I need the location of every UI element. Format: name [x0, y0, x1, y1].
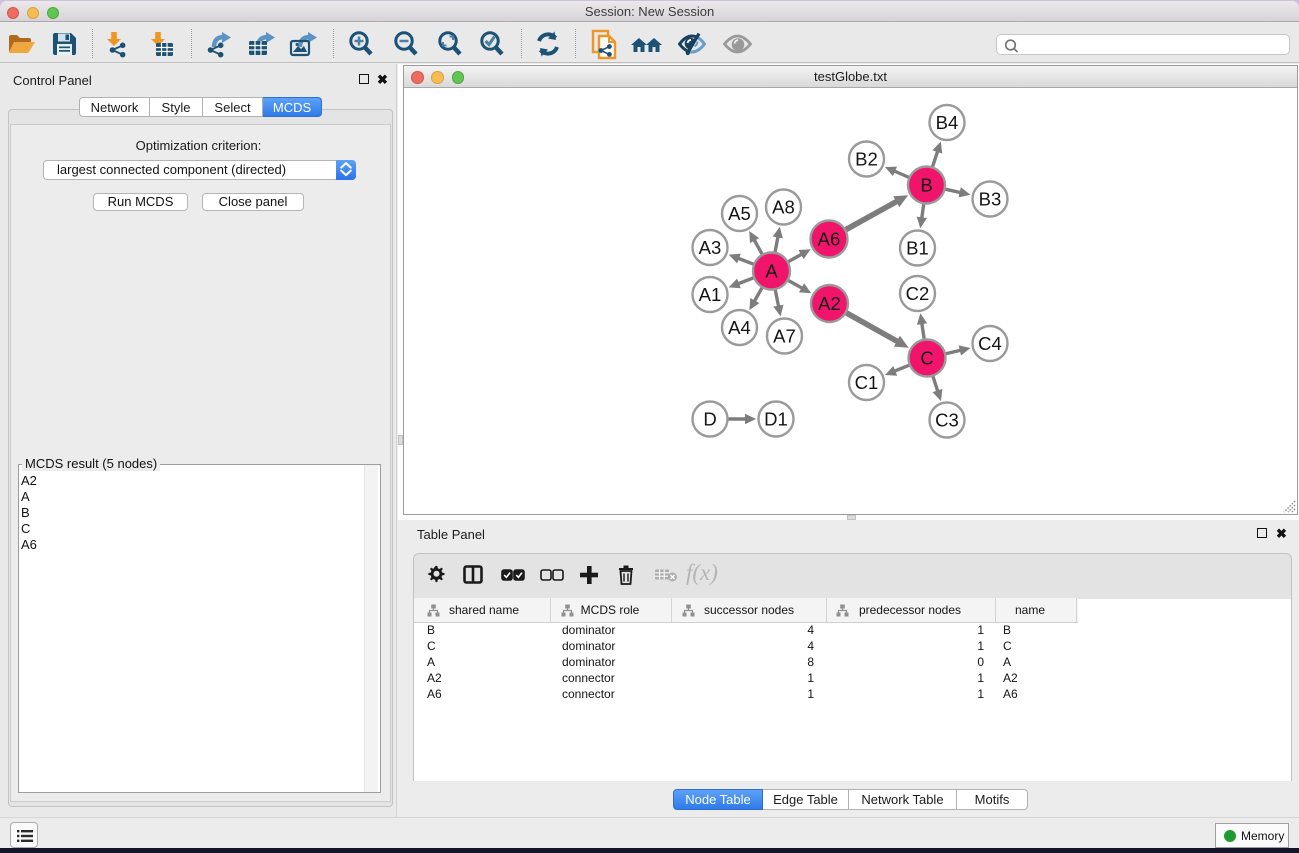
svg-text:A2: A2 — [818, 293, 841, 314]
svg-text:C1: C1 — [855, 372, 879, 393]
svg-text:A6: A6 — [818, 229, 841, 250]
svg-text:B2: B2 — [855, 149, 878, 170]
svg-text:B: B — [920, 175, 932, 196]
svg-text:A8: A8 — [772, 197, 795, 218]
svg-text:C3: C3 — [935, 410, 959, 431]
svg-text:A: A — [765, 261, 778, 282]
svg-text:C: C — [920, 348, 933, 369]
svg-text:B4: B4 — [936, 112, 959, 133]
svg-text:A4: A4 — [728, 317, 751, 338]
svg-text:B1: B1 — [906, 238, 929, 259]
svg-text:A5: A5 — [728, 203, 751, 224]
svg-text:A1: A1 — [699, 284, 722, 305]
svg-text:A3: A3 — [699, 237, 722, 258]
svg-text:D: D — [703, 409, 716, 430]
svg-text:D1: D1 — [764, 409, 788, 430]
svg-text:C2: C2 — [906, 283, 930, 304]
svg-text:B3: B3 — [979, 189, 1002, 210]
svg-text:A7: A7 — [773, 326, 796, 347]
svg-text:C4: C4 — [978, 333, 1002, 354]
